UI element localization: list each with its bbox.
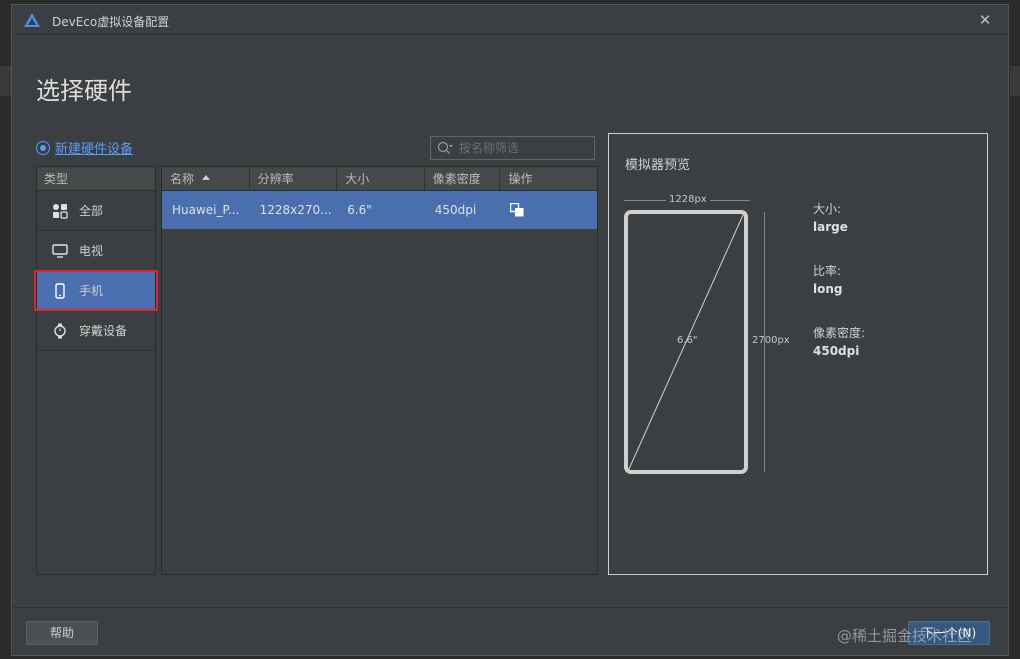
copy-icon[interactable]: [510, 202, 524, 217]
emulator-preview-panel: 模拟器预览 1228px 6.6" 2700px 大小: large 比率: l…: [608, 133, 988, 575]
table-header: 名称 分辨率 大小 像素密度 操作: [162, 167, 597, 191]
close-button[interactable]: ✕: [976, 11, 994, 29]
spec-size-label: 大小:: [813, 202, 842, 216]
virtual-device-dialog: DevEco虚拟设备配置 ✕ 选择硬件 新建硬件设备 类型 全部: [11, 4, 1009, 656]
category-panel: 类型 全部 电视 手机 穿戴设备: [34, 166, 158, 575]
category-label: 穿戴设备: [79, 324, 128, 338]
device-table: 名称 分辨率 大小 像素密度 操作 Huawei_P... 1228x270..…: [161, 166, 598, 575]
cell-actions: [500, 191, 597, 229]
search-icon: [437, 141, 453, 154]
height-dimension-label: 2700px: [752, 335, 790, 346]
column-header-name[interactable]: 名称: [162, 167, 250, 190]
column-header-density[interactable]: 像素密度: [425, 167, 501, 190]
add-circle-icon: [36, 140, 50, 155]
column-header-actions: 操作: [508, 172, 533, 186]
column-header-resolution[interactable]: 分辨率: [250, 167, 338, 190]
spec-ratio-value: long: [813, 282, 843, 296]
window-title: DevEco虚拟设备配置: [52, 15, 170, 29]
sort-ascending-icon: [202, 175, 211, 180]
title-bar: DevEco虚拟设备配置 ✕: [12, 5, 1008, 35]
footer-divider: [12, 607, 1008, 608]
page-title: 选择硬件: [36, 77, 132, 105]
spec-ratio-label: 比率:: [813, 264, 842, 278]
cell-name: Huawei_P...: [172, 203, 240, 217]
width-dimension-line: [710, 200, 750, 201]
spec-density-label: 像素密度:: [813, 326, 866, 340]
category-label: 手机: [79, 284, 104, 298]
spec-density-value: 450dpi: [813, 344, 860, 358]
table-row[interactable]: Huawei_P... 1228x270... 6.6" 450dpi: [162, 191, 597, 229]
category-header: 类型: [37, 167, 155, 191]
category-item-all[interactable]: 全部: [37, 191, 155, 231]
deveco-logo-icon: [24, 13, 40, 27]
new-hardware-device-label: 新建硬件设备: [55, 142, 134, 157]
tv-icon: [51, 242, 69, 260]
column-label: 名称: [170, 172, 195, 186]
watermark: @稀土掘金技术社区: [837, 627, 973, 645]
category-item-phone[interactable]: 手机: [34, 270, 158, 311]
phone-icon: [51, 282, 69, 300]
category-label: 电视: [79, 244, 104, 258]
category-item-tv[interactable]: 电视: [37, 231, 155, 271]
new-hardware-device-link[interactable]: 新建硬件设备: [36, 138, 133, 157]
category-item-wearable[interactable]: 穿戴设备: [37, 311, 155, 351]
spec-size-value: large: [813, 220, 848, 234]
width-dimension-label: 1228px: [669, 194, 707, 205]
diagonal-size-label: 6.6": [677, 335, 698, 346]
cell-density: 450dpi: [434, 203, 477, 217]
column-header-size[interactable]: 大小: [337, 167, 425, 190]
cell-resolution: 1228x270...: [259, 203, 332, 217]
grid-icon: [51, 202, 69, 220]
category-label: 全部: [79, 204, 104, 218]
background-window-edge-right: [1010, 66, 1020, 96]
width-dimension-line: [624, 200, 666, 201]
preview-title: 模拟器预览: [625, 158, 691, 173]
cell-size: 6.6": [347, 203, 372, 217]
watch-icon: [51, 322, 69, 340]
search-box[interactable]: [430, 136, 595, 160]
help-button[interactable]: 帮助: [26, 621, 98, 645]
search-input[interactable]: [459, 140, 589, 156]
